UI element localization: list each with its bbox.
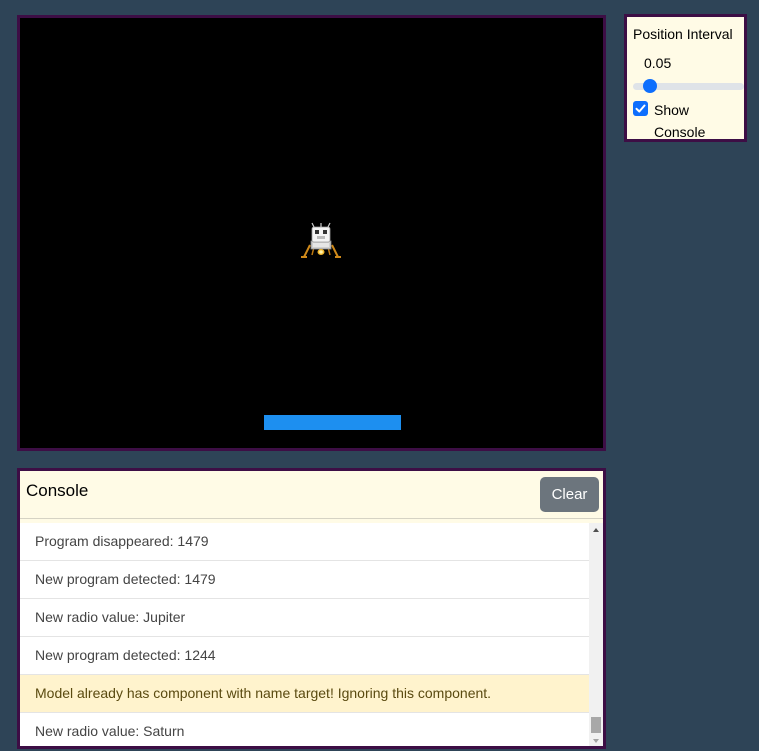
log-entry: Program disappeared: 1479 — [20, 523, 589, 561]
checkmark-icon — [635, 104, 646, 113]
landing-platform — [264, 415, 401, 430]
log-entry-warning: Model already has component with name ta… — [20, 675, 589, 713]
log-entry: New radio value: Jupiter — [20, 599, 589, 637]
lunar-lander-icon — [300, 221, 342, 263]
log-entry: New program detected: 1479 — [20, 561, 589, 599]
console-title: Console — [26, 481, 89, 500]
game-canvas[interactable] — [17, 15, 606, 451]
console-log[interactable]: Program disappeared: 1479 New program de… — [20, 523, 589, 746]
show-console-checkbox[interactable] — [633, 101, 648, 116]
position-interval-slider[interactable] — [633, 79, 744, 93]
log-entry: New program detected: 1244 — [20, 637, 589, 675]
console-scrollbar[interactable] — [589, 523, 603, 746]
console-header: Console Clear — [20, 471, 603, 519]
slider-thumb[interactable] — [643, 79, 657, 93]
scroll-up-arrow-icon[interactable] — [593, 528, 599, 532]
console-panel: Console Clear Program disappeared: 1479 … — [17, 468, 606, 749]
scrollbar-thumb[interactable] — [591, 717, 601, 733]
settings-panel: Position Interval 0.05 Show Console — [624, 14, 747, 142]
show-console-label[interactable]: Show Console — [654, 99, 714, 143]
clear-button[interactable]: Clear — [540, 477, 599, 512]
position-interval-value: 0.05 — [644, 55, 672, 71]
scroll-down-arrow-icon[interactable] — [593, 739, 599, 743]
position-interval-label: Position Interval — [633, 26, 733, 42]
log-entry: New radio value: Saturn — [20, 713, 589, 746]
